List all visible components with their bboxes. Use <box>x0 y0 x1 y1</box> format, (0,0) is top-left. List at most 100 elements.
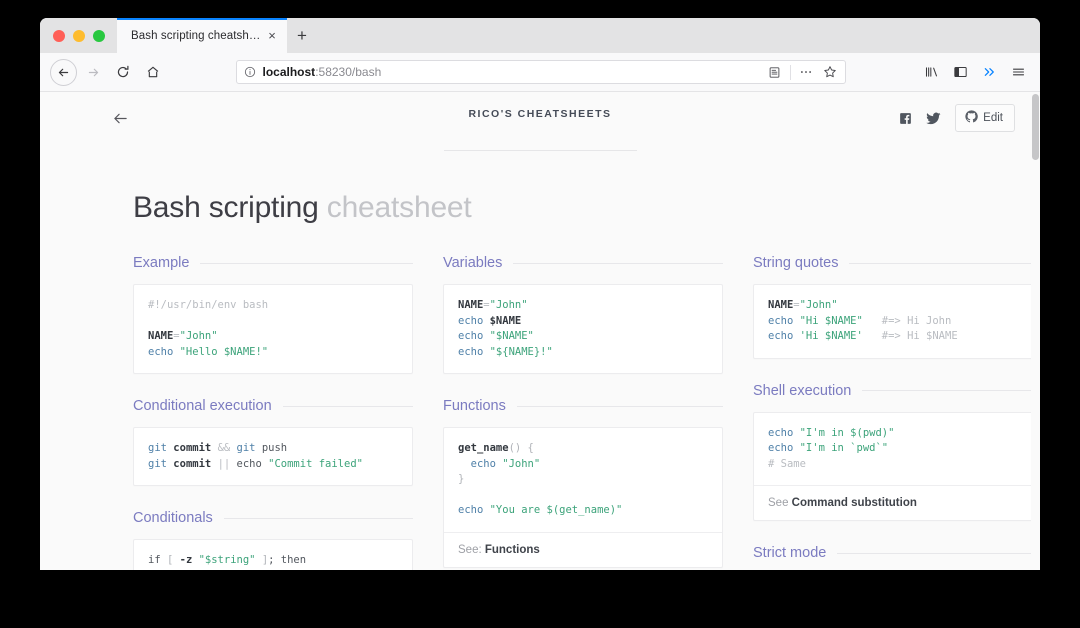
code-token: NAME <box>768 299 794 311</box>
menu-hamburger-icon[interactable] <box>1004 58 1032 86</box>
screenshot-root: Bash scripting cheatsheet × + localhost:… <box>0 0 1080 628</box>
code-block: echo "I'm in $(pwd)" echo "I'm in `pwd`"… <box>754 413 1032 486</box>
code-token: } <box>458 473 465 485</box>
cheatsheet-card: echo "I'm in $(pwd)" echo "I'm in `pwd`"… <box>753 411 1033 521</box>
code-token: [ <box>166 554 180 566</box>
page-title-main: Bash scripting <box>133 191 319 224</box>
code-token: "Commit failed" <box>268 457 363 470</box>
code-token: "John" <box>489 299 528 311</box>
minimize-window-button[interactable] <box>73 30 85 42</box>
address-bar[interactable]: localhost:58230/bash <box>235 60 846 84</box>
code-block: if [ -z "$string" ]; then echo "String i… <box>134 540 412 570</box>
card-footer-link[interactable]: Functions <box>485 544 540 556</box>
section-header: Variables <box>443 255 723 271</box>
cheatsheet-card: if [ -z "$string" ]; then echo "String i… <box>133 539 413 570</box>
code-token: ; then <box>268 554 307 566</box>
code-block: NAME="John" echo $NAME echo "$NAME" echo… <box>444 285 722 373</box>
code-token: -z <box>179 554 199 566</box>
code-token: "I'm in $(pwd)" <box>799 426 895 439</box>
section-title: Strict mode <box>753 545 827 561</box>
cheatsheet-card: NAME="John" echo $NAME echo "$NAME" echo… <box>443 284 723 374</box>
library-icon[interactable] <box>917 58 945 86</box>
bookmark-star-icon[interactable] <box>819 61 841 83</box>
section-rule <box>516 405 723 407</box>
cheatsheet-card: git commit && git push git commit || ech… <box>133 427 413 486</box>
section-title: String quotes <box>753 255 839 271</box>
cheatsheet-columns: Example #!/usr/bin/env bash NAME="John" e… <box>40 225 1040 570</box>
code-token: "String is empty" <box>192 570 299 571</box>
code-token: echo <box>236 457 269 470</box>
section-rule <box>849 262 1033 264</box>
code-token: echo <box>768 330 800 342</box>
section-title: Shell execution <box>753 382 852 399</box>
code-token: () { <box>508 442 534 454</box>
section-header: Conditional execution <box>133 398 413 414</box>
code-token: NAME <box>458 299 484 311</box>
code-token: echo <box>458 314 490 327</box>
forward-icon <box>78 58 108 86</box>
page-title: Bash scripting cheatsheet <box>133 191 1040 225</box>
code-token: #!/usr/bin/env bash <box>148 299 269 311</box>
code-token: "John" <box>502 457 541 470</box>
page-scrollbar-thumb[interactable] <box>1032 94 1039 160</box>
tab-title: Bash scripting cheatsheet <box>131 29 263 42</box>
code-token: commit <box>173 442 218 454</box>
code-token: commit <box>173 457 218 470</box>
code-token: || <box>217 457 237 470</box>
site-info-icon[interactable] <box>244 66 256 78</box>
card-footer: See Command substitution <box>754 485 1032 520</box>
section-header: Functions <box>443 398 723 414</box>
code-token: get_name <box>458 442 509 454</box>
home-icon[interactable] <box>138 58 168 86</box>
code-token: echo <box>768 442 800 454</box>
code-token: $NAME <box>489 314 522 327</box>
code-token: 'Hi $NAME' <box>799 330 863 342</box>
site-header: RICO'S CHEATSHEETS Edit <box>40 92 1040 144</box>
card-footer-prefix: See <box>768 497 792 509</box>
back-icon[interactable] <box>48 58 78 86</box>
section-header: Conditionals <box>133 510 413 526</box>
maximize-window-button[interactable] <box>93 30 105 42</box>
section-rule <box>282 405 413 407</box>
page-scrollbar[interactable] <box>1031 92 1040 570</box>
page-title-light: cheatsheet <box>326 191 472 224</box>
overflow-chevron-icon[interactable] <box>975 58 1003 86</box>
code-token: git <box>148 457 174 470</box>
code-block: NAME="John" echo "Hi $NAME" #=> Hi John … <box>754 285 1032 358</box>
code-token: echo <box>458 457 503 470</box>
reload-icon[interactable] <box>108 58 138 86</box>
section-title: Conditionals <box>133 510 213 526</box>
code-block: get_name() { echo "John" } echo "You are… <box>444 428 722 532</box>
section-rule <box>513 262 723 264</box>
code-token: && <box>217 442 237 454</box>
address-bar-wrapper: localhost:58230/bash <box>168 60 913 84</box>
url-path: :58230/bash <box>315 65 382 79</box>
card-footer: See: Functions <box>444 531 722 567</box>
reader-view-icon[interactable] <box>764 61 786 83</box>
browser-tab[interactable]: Bash scripting cheatsheet × <box>117 18 287 53</box>
page-content: RICO'S CHEATSHEETS Edit Bash scripting c… <box>40 92 1040 570</box>
code-token: NAME <box>148 330 174 342</box>
code-block: git commit && git push git commit || ech… <box>134 428 412 485</box>
section-rule <box>200 262 413 264</box>
code-token: echo <box>458 504 490 516</box>
url-host: localhost <box>262 65 316 79</box>
close-window-button[interactable] <box>53 30 65 42</box>
page-actions-icon[interactable] <box>795 61 817 83</box>
section-header: String quotes <box>753 255 1033 271</box>
site-brand[interactable]: RICO'S CHEATSHEETS <box>40 108 1040 120</box>
sidebar-toggle-icon[interactable] <box>946 58 974 86</box>
code-token: #=> Hi John <box>862 314 952 327</box>
cheatsheet-card: NAME="John" echo "Hi $NAME" #=> Hi John … <box>753 284 1033 359</box>
code-token: "John" <box>799 299 838 311</box>
new-tab-icon[interactable]: + <box>287 18 317 53</box>
section-rule <box>837 552 1033 554</box>
code-token: # Same <box>768 457 806 470</box>
section-header: Example <box>133 255 413 271</box>
card-footer-link[interactable]: Command substitution <box>792 497 917 509</box>
code-block: #!/usr/bin/env bash NAME="John" echo "He… <box>134 285 412 373</box>
close-tab-icon[interactable]: × <box>263 27 281 45</box>
code-token: git <box>236 442 262 454</box>
cheatsheet-card: #!/usr/bin/env bash NAME="John" echo "He… <box>133 284 413 374</box>
browser-window: Bash scripting cheatsheet × + localhost:… <box>40 18 1040 570</box>
